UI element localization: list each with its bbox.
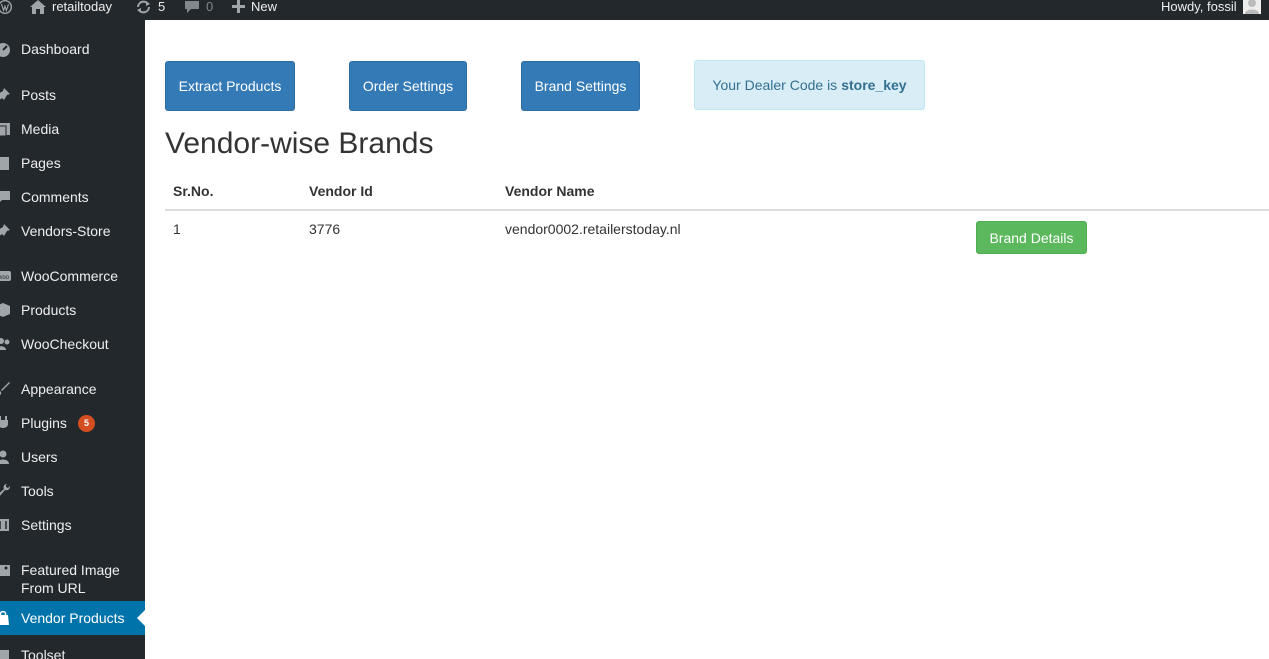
sidebar-item-label: Settings — [21, 517, 72, 533]
sidebar-item-pages[interactable]: Pages — [0, 154, 145, 172]
table-header-row: Sr.No. Vendor Id Vendor Name — [165, 172, 1269, 211]
sidebar-item-dashboard[interactable]: Dashboard — [0, 40, 145, 60]
sidebar-item-vendors-store[interactable]: Vendors-Store — [0, 222, 145, 240]
svg-text:woo: woo — [0, 275, 10, 281]
sidebar-item-label: Pages — [21, 155, 61, 171]
sidebar-item-vendor-products[interactable]: Vendor Products — [0, 601, 145, 635]
sidebar-item-label: Vendor Products — [21, 610, 125, 626]
sidebar-item-label: Media — [21, 121, 60, 137]
wrench-icon — [0, 483, 11, 499]
comments-count: 0 — [206, 0, 214, 14]
admin-bar: retailtoday 5 0 New Howdy, fossil — [0, 0, 1269, 20]
site-name-link[interactable]: retailtoday — [30, 0, 112, 20]
my-account-link[interactable]: Howdy, fossil — [1161, 0, 1261, 20]
sidebar-item-featured-image-from-url[interactable]: Featured Image From URL — [0, 561, 145, 597]
dealer-code-value: store_key — [841, 77, 907, 93]
sidebar-item-plugins[interactable]: Plugins 5 — [0, 414, 145, 432]
plus-icon — [232, 0, 245, 16]
brand-settings-button[interactable]: Brand Settings — [521, 61, 640, 111]
updates-link[interactable]: 5 — [135, 0, 165, 20]
greeting: Howdy, fossil — [1161, 0, 1237, 14]
pin-icon — [0, 87, 11, 103]
page-title: Vendor-wise Brands — [165, 127, 434, 160]
comment-icon — [0, 189, 11, 205]
cell-vendor-name: vendor0002.retailerstoday.nl — [505, 221, 681, 237]
plug-icon — [0, 415, 11, 431]
site-name: retailtoday — [52, 0, 112, 14]
cell-sr-no: 1 — [173, 221, 181, 237]
home-icon — [30, 0, 46, 17]
dealer-code-alert: Your Dealer Code is store_key — [694, 60, 925, 110]
plugins-update-badge: 5 — [78, 415, 95, 432]
header-sr-no: Sr.No. — [165, 172, 301, 211]
image-icon — [0, 562, 11, 578]
box-icon — [0, 302, 11, 318]
sidebar-item-media[interactable]: Media — [0, 120, 145, 138]
extract-products-button[interactable]: Extract Products — [165, 61, 295, 111]
updates-count: 5 — [158, 0, 166, 14]
comments-link[interactable]: 0 — [184, 0, 213, 20]
sidebar-item-label: Featured Image From URL — [21, 562, 120, 596]
cell-actions: Brand Details — [968, 210, 1269, 264]
user-icon — [0, 449, 11, 465]
sidebar-item-comments[interactable]: Comments — [0, 188, 145, 206]
brands-table: Sr.No. Vendor Id Vendor Name 1 3776 vend… — [165, 172, 1269, 264]
sliders-icon — [0, 517, 11, 533]
comment-bubble-icon — [184, 0, 200, 17]
users-icon — [0, 336, 11, 352]
sidebar-item-tools[interactable]: Tools — [0, 482, 145, 500]
brush-icon — [0, 381, 11, 397]
sidebar-item-posts[interactable]: Posts — [0, 86, 145, 104]
sidebar-item-appearance[interactable]: Appearance — [0, 380, 145, 398]
sidebar-item-label: Posts — [21, 87, 57, 103]
bag-icon — [0, 610, 11, 626]
header-vendor-name: Vendor Name — [497, 172, 968, 211]
header-actions — [968, 172, 1269, 211]
sidebar-item-label: Comments — [21, 189, 89, 205]
brand-details-button[interactable]: Brand Details — [976, 221, 1087, 254]
pin-icon — [0, 223, 11, 239]
wordpress-logo-icon[interactable] — [0, 0, 12, 20]
sidebar-item-label: Appearance — [21, 381, 97, 397]
sidebar-item-label: Vendors-Store — [21, 223, 111, 239]
woo-icon: woo — [0, 268, 11, 284]
page-icon — [0, 155, 11, 171]
header-vendor-id: Vendor Id — [301, 172, 497, 211]
current-menu-arrow — [137, 610, 145, 626]
sidebar-item-users[interactable]: Users — [0, 448, 145, 466]
avatar — [1242, 0, 1261, 14]
refresh-icon — [135, 0, 152, 17]
sidebar-item-label: WooCommerce — [21, 268, 118, 284]
sidebar-item-products[interactable]: Products — [0, 301, 145, 319]
toolset-icon — [0, 647, 11, 659]
sidebar-item-woocheckout[interactable]: WooCheckout — [0, 335, 145, 353]
sidebar-item-label: Toolset — [21, 647, 66, 659]
cell-vendor-id: 3776 — [309, 221, 341, 237]
dealer-code-prefix: Your Dealer Code is — [712, 77, 838, 93]
new-content-link[interactable]: New — [232, 0, 277, 20]
sidebar-item-settings[interactable]: Settings — [0, 516, 145, 534]
order-settings-button[interactable]: Order Settings — [349, 61, 467, 111]
sidebar-item-label: Users — [21, 449, 58, 465]
sidebar-item-label: Dashboard — [21, 41, 90, 57]
sidebar-item-label: WooCheckout — [21, 336, 109, 352]
admin-menu: Dashboard Posts Media Pages Comments Vendors-… — [0, 20, 145, 659]
sidebar-item-toolset[interactable]: Toolset — [0, 646, 145, 659]
sidebar-item-label: Products — [21, 302, 77, 318]
sidebar-item-woocommerce[interactable]: woo WooCommerce — [0, 267, 145, 285]
media-icon — [0, 121, 11, 137]
sidebar-item-label: Tools — [21, 483, 54, 499]
new-label: New — [251, 0, 278, 14]
dashboard-icon — [0, 41, 11, 57]
table-row: 1 3776 vendor0002.retailerstoday.nl Bran… — [165, 210, 1269, 264]
